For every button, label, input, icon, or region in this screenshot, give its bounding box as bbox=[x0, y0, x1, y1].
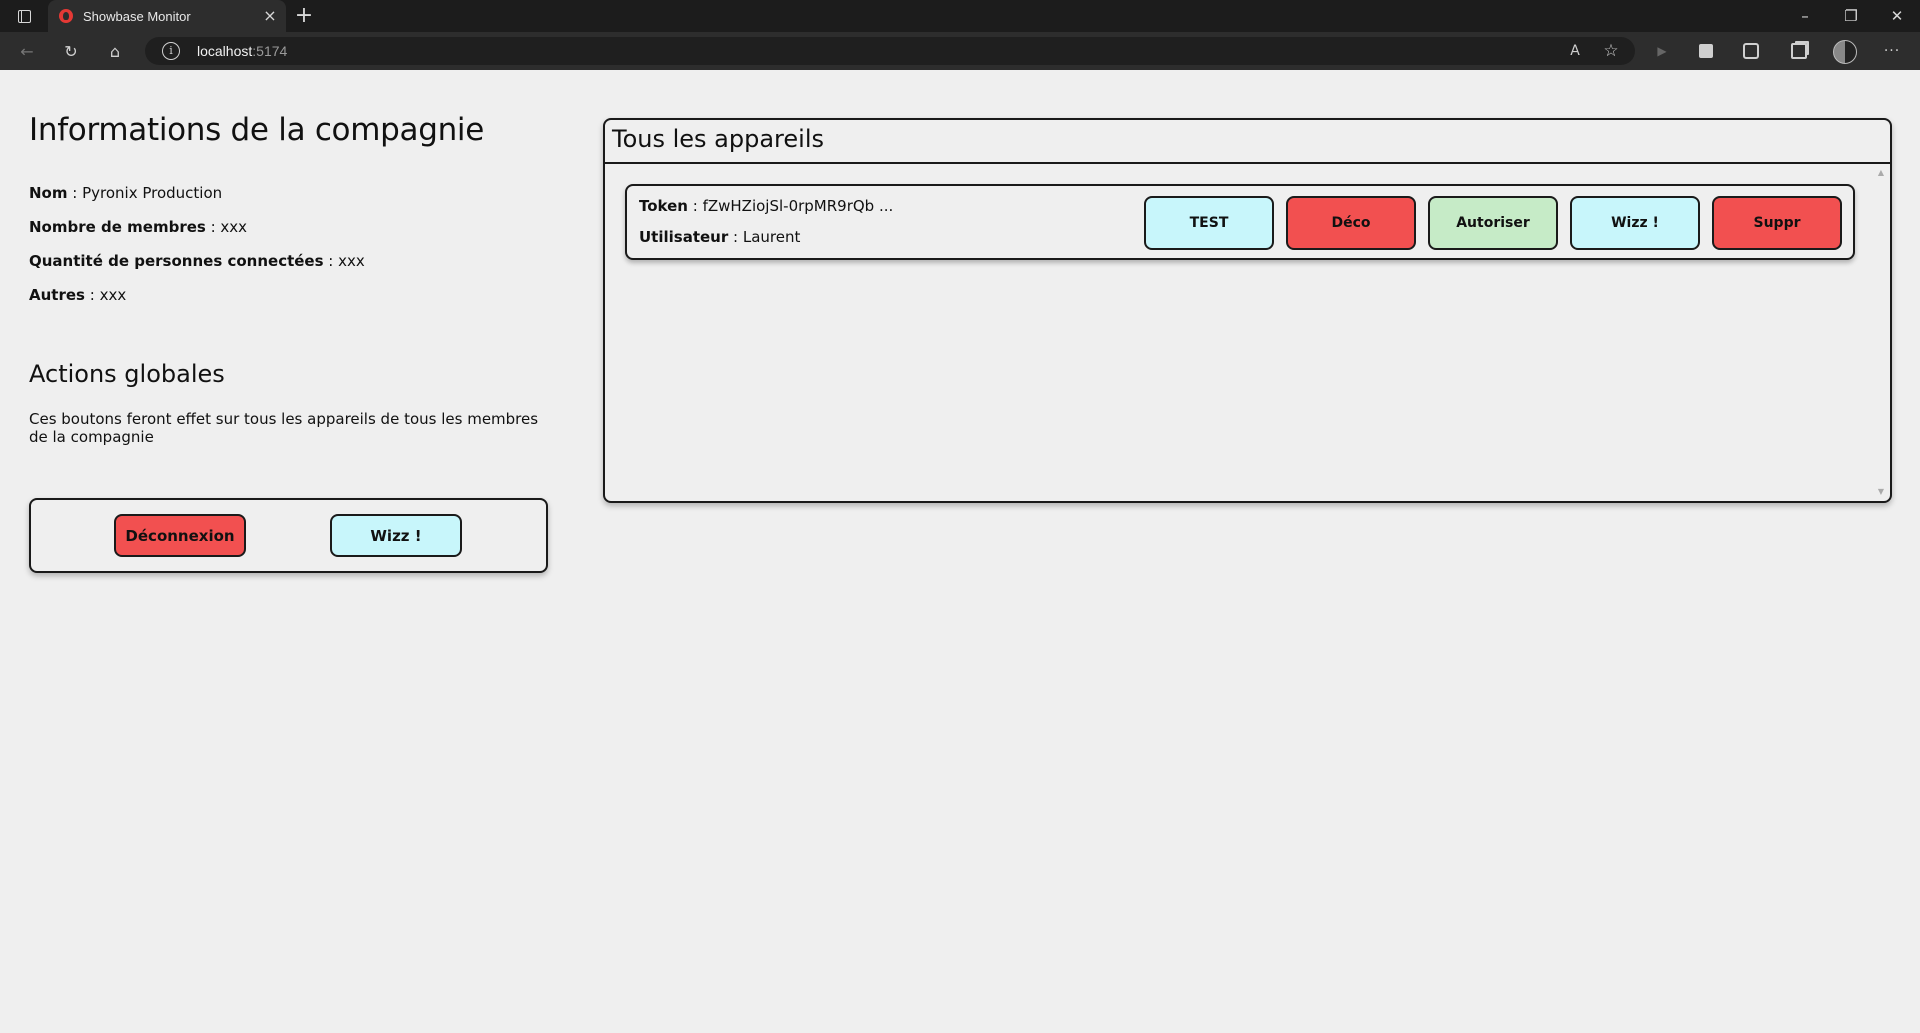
company-field-others: Autres : xxx bbox=[29, 286, 126, 304]
profile-avatar[interactable] bbox=[1833, 40, 1857, 64]
reload-icon[interactable]: ↻ bbox=[56, 37, 86, 65]
field-value: Pyronix Production bbox=[82, 184, 223, 202]
minimize-icon[interactable]: – bbox=[1782, 0, 1828, 32]
field-value: xxx bbox=[220, 218, 248, 236]
site-info-icon[interactable]: i bbox=[162, 42, 180, 60]
add-favorite-icon[interactable]: ☆ bbox=[1597, 37, 1625, 65]
global-disconnect-button[interactable]: Déconnexion bbox=[114, 514, 246, 557]
device-test-button[interactable]: TEST bbox=[1144, 196, 1274, 250]
token-label: Token bbox=[639, 197, 688, 215]
device-card: Token : fZwHZiojSl-0rpMR9rQb ... Utilisa… bbox=[625, 184, 1855, 260]
url-host: localhost bbox=[197, 43, 253, 59]
field-separator: : bbox=[205, 218, 221, 236]
back-icon[interactable]: ← bbox=[12, 37, 42, 65]
address-url: localhost:5174 bbox=[197, 43, 287, 59]
extension-icon[interactable] bbox=[1691, 37, 1721, 65]
device-deco-button[interactable]: Déco bbox=[1286, 196, 1416, 250]
extensions-puzzle-icon[interactable] bbox=[1736, 37, 1766, 65]
user-label: Utilisateur bbox=[639, 228, 729, 246]
device-authorize-button[interactable]: Autoriser bbox=[1428, 196, 1558, 250]
address-bar[interactable]: i localhost:5174 A ☆ bbox=[145, 37, 1635, 65]
field-label: Autres bbox=[29, 286, 85, 304]
tab-close-icon[interactable]: × bbox=[258, 4, 282, 28]
field-label: Nombre de membres bbox=[29, 218, 206, 236]
close-window-icon[interactable]: ✕ bbox=[1874, 0, 1920, 32]
user-value: Laurent bbox=[742, 228, 801, 246]
device-delete-button[interactable]: Suppr bbox=[1712, 196, 1842, 250]
devices-title: Tous les appareils bbox=[612, 125, 825, 153]
browser-toolbar: ← ↻ ⌂ i localhost:5174 A ☆ ▶ ··· bbox=[0, 32, 1920, 70]
more-menu-icon[interactable]: ··· bbox=[1877, 37, 1907, 65]
field-separator: : bbox=[84, 286, 100, 304]
browser-tab[interactable]: Showbase Monitor × bbox=[48, 0, 286, 32]
global-actions-title: Actions globales bbox=[29, 360, 225, 388]
field-label: Quantité de personnes connectées bbox=[29, 252, 324, 270]
field-separator: : bbox=[323, 252, 339, 270]
url-port: :5174 bbox=[252, 43, 288, 59]
browser-titlebar: Showbase Monitor × + – ❐ ✕ bbox=[0, 0, 1920, 32]
device-wizz-button[interactable]: Wizz ! bbox=[1570, 196, 1700, 250]
scroll-up-icon[interactable]: ▲ bbox=[1876, 168, 1886, 178]
field-value: xxx bbox=[99, 286, 127, 304]
device-token: Token : fZwHZiojSl-0rpMR9rQb ... bbox=[639, 197, 894, 215]
field-separator: : bbox=[67, 184, 83, 202]
restore-icon[interactable]: ❐ bbox=[1828, 0, 1874, 32]
collections-icon[interactable] bbox=[1784, 37, 1814, 65]
company-field-name: Nom : Pyronix Production bbox=[29, 184, 222, 202]
global-actions-description: Ces boutons feront effet sur tous les ap… bbox=[29, 410, 539, 446]
company-field-connected: Quantité de personnes connectées : xxx bbox=[29, 252, 365, 270]
showbase-favicon-icon bbox=[59, 9, 73, 23]
play-icon[interactable]: ▶ bbox=[1647, 37, 1677, 65]
company-field-members: Nombre de membres : xxx bbox=[29, 218, 247, 236]
field-value: xxx bbox=[338, 252, 365, 270]
new-tab-icon[interactable]: + bbox=[291, 3, 317, 29]
devices-panel: Tous les appareils ▲ ▼ Token : fZwHZiojS… bbox=[603, 118, 1892, 503]
device-user: Utilisateur : Laurent bbox=[639, 228, 801, 246]
company-info-title: Informations de la compagnie bbox=[29, 112, 485, 148]
global-wizz-button[interactable]: Wizz ! bbox=[330, 514, 462, 557]
read-aloud-icon[interactable]: A bbox=[1561, 37, 1589, 65]
tab-title: Showbase Monitor bbox=[83, 8, 191, 24]
field-label: Nom bbox=[29, 184, 68, 202]
home-icon[interactable]: ⌂ bbox=[100, 37, 130, 65]
scroll-down-icon[interactable]: ▼ bbox=[1876, 487, 1886, 497]
devices-header: Tous les appareils bbox=[605, 120, 1890, 164]
tab-actions-icon[interactable] bbox=[10, 4, 38, 28]
global-actions-panel: Déconnexion Wizz ! bbox=[29, 498, 548, 573]
token-value: fZwHZiojSl-0rpMR9rQb ... bbox=[702, 197, 894, 215]
